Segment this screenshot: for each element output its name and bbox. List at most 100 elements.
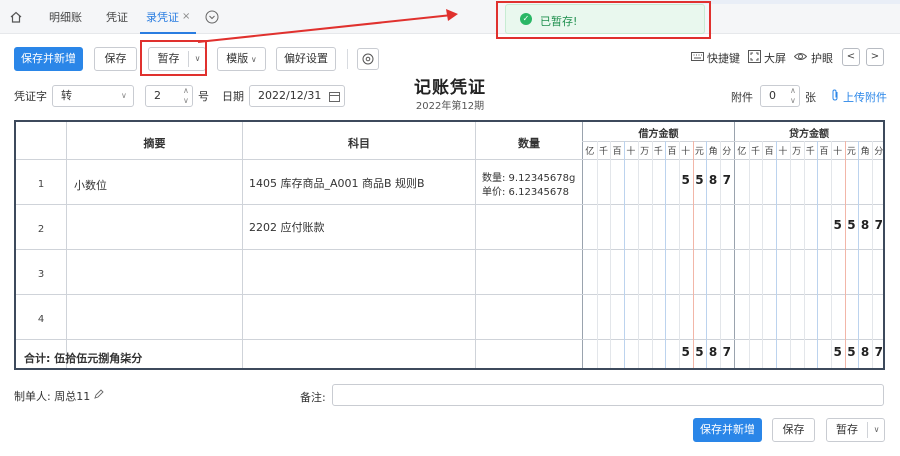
row-divider <box>16 249 883 250</box>
quantity-cell-line1[interactable]: 数量: 9.12345678g <box>482 169 575 184</box>
digit-divider <box>872 141 873 368</box>
voucher-table: 摘要 科目 数量 借方金额 贷方金额 1 小数位 1405 库存商品_A001 … <box>14 120 885 370</box>
debit-unit-9: 角 <box>708 147 718 157</box>
credit-unit-2: 百 <box>764 147 774 157</box>
debit-unit-4: 万 <box>640 147 650 157</box>
chevron-down-icon[interactable]: ∨ <box>790 91 796 111</box>
debit-unit-5: 千 <box>653 147 663 157</box>
credit-header: 贷方金额 <box>789 129 829 140</box>
edit-pencil-icon[interactable] <box>94 389 104 399</box>
debit-header: 借方金额 <box>638 129 679 140</box>
credit-amount-digit: 8 <box>860 218 870 232</box>
upload-attachment-link[interactable]: 上传附件 <box>843 89 887 105</box>
number-suffix: 号 <box>198 90 209 103</box>
active-tab-indicator <box>140 32 196 34</box>
home-icon[interactable] <box>9 10 23 24</box>
attachment-label: 附件 <box>731 91 753 104</box>
digit-divider <box>748 141 750 368</box>
digit-divider <box>803 141 805 368</box>
subject-header: 科目 <box>348 137 370 150</box>
digit-divider <box>844 141 846 368</box>
page-title: 记账凭证 <box>414 78 486 98</box>
credit-unit-9: 角 <box>860 147 870 157</box>
fullscreen-link[interactable]: 大屏 <box>764 50 786 66</box>
attachment-count-value: 0 <box>769 89 776 102</box>
attachment-count-stepper[interactable]: 0 ∧ ∨ <box>760 85 800 107</box>
digit-divider <box>651 141 653 368</box>
eye-icon[interactable] <box>794 50 807 63</box>
digit-divider <box>858 141 860 368</box>
total-debit-digit: 8 <box>708 345 718 359</box>
debit-unit-0: 亿 <box>585 147 595 157</box>
row-divider <box>16 159 883 160</box>
digit-divider <box>776 141 778 368</box>
save-and-new-button[interactable]: 保存并新增 <box>14 47 83 71</box>
digit-divider <box>762 141 764 368</box>
credit-amount-digit: 5 <box>847 218 856 232</box>
toolbar-divider <box>347 49 348 69</box>
summary-cell[interactable]: 小数位 <box>74 177 107 193</box>
credit-amount-digit: 7 <box>874 218 883 232</box>
next-voucher-button[interactable]: > <box>866 48 884 66</box>
remark-input[interactable] <box>332 384 884 406</box>
template-label: 模版 <box>226 52 249 65</box>
paperclip-icon[interactable] <box>830 89 840 101</box>
row-divider <box>16 204 883 205</box>
debit-amount-digit: 5 <box>695 173 704 187</box>
summary-header: 摘要 <box>143 137 166 150</box>
settings-button[interactable] <box>357 48 379 70</box>
footer-temp-save-split-button[interactable]: 暂存 ∨ <box>826 418 885 442</box>
attachment-suffix: 张 <box>805 91 816 104</box>
digit-divider <box>789 141 791 368</box>
date-label: 日期 <box>222 90 244 103</box>
debit-unit-3: 十 <box>626 147 636 157</box>
date-value: 2022/12/31 <box>258 89 322 102</box>
row-divider <box>16 294 883 295</box>
voucher-word-select[interactable]: 转 ∨ <box>52 85 134 107</box>
save-button[interactable]: 保存 <box>94 47 137 71</box>
tab-ledger-detail[interactable]: 明细账 <box>49 9 82 25</box>
row-number: 4 <box>37 314 45 325</box>
shortcuts-link[interactable]: 快捷键 <box>707 50 740 66</box>
credit-unit-7: 十 <box>833 147 843 157</box>
total-credit-digit: 8 <box>860 345 870 359</box>
fullscreen-icon[interactable] <box>748 50 761 63</box>
subject-cell[interactable]: 1405 库存商品_A001 商品B 规则B <box>249 175 425 191</box>
voucher-number-stepper[interactable]: 2 ∧ ∨ <box>145 85 193 107</box>
footer-temp-save-label[interactable]: 暂存 <box>827 419 867 441</box>
chevron-down-icon[interactable]: ∨ <box>868 419 885 441</box>
subject-cell[interactable]: 2202 应付账款 <box>249 219 325 235</box>
credit-unit-6: 百 <box>819 147 829 157</box>
total-credit-digit: 5 <box>833 345 842 359</box>
template-dropdown[interactable]: 模版 ∨ <box>217 47 266 71</box>
remark-label: 备注: <box>300 391 326 404</box>
total-credit-digit: 5 <box>847 345 856 359</box>
voucher-number-value: 2 <box>154 89 161 102</box>
eye-care-link[interactable]: 护眼 <box>811 50 833 66</box>
digit-divider <box>624 141 626 368</box>
debit-unit-2: 百 <box>612 147 622 157</box>
prev-voucher-button[interactable]: < <box>842 48 860 66</box>
digit-divider <box>830 141 832 368</box>
row-number: 1 <box>37 179 45 190</box>
chevron-down-icon: ∨ <box>121 91 127 100</box>
total-debit-digit: 5 <box>681 345 690 359</box>
chevron-down-icon[interactable]: ∨ <box>183 91 189 111</box>
voucher-word-value: 转 <box>61 89 72 102</box>
tab-voucher[interactable]: 凭证 <box>106 9 128 25</box>
footer-save-and-new-button[interactable]: 保存并新增 <box>693 418 762 442</box>
tab-enter-voucher[interactable]: 录凭证 <box>146 9 179 25</box>
preferences-button[interactable]: 偏好设置 <box>276 47 336 71</box>
quantity-cell-line2[interactable]: 单价: 6.12345678 <box>482 183 569 198</box>
keyboard-icon[interactable] <box>691 50 704 63</box>
settings-circle-icon <box>362 53 374 65</box>
calendar-icon[interactable] <box>329 91 340 102</box>
date-input[interactable]: 2022/12/31 <box>249 85 345 107</box>
voucher-word-label: 凭证字 <box>14 90 47 103</box>
amount-header-divider <box>582 141 883 142</box>
row-number: 2 <box>37 224 45 235</box>
digit-divider <box>665 141 667 368</box>
footer-save-button[interactable]: 保存 <box>772 418 815 442</box>
debit-unit-10: 分 <box>722 147 732 157</box>
row-divider <box>16 339 883 340</box>
